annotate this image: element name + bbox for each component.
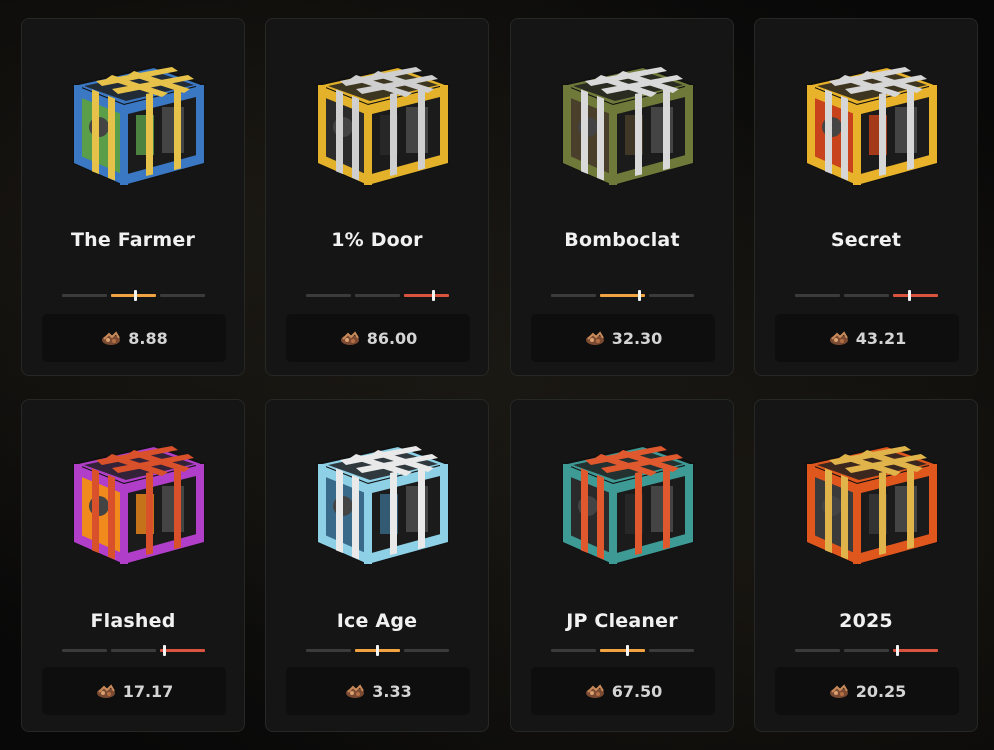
scrap-coin-icon: [344, 683, 366, 699]
odds-bar-fill: [893, 649, 938, 652]
odds-bar-segment: [160, 294, 205, 297]
odds-bar-fill: [160, 649, 205, 652]
case-price-button[interactable]: 3.33: [286, 667, 470, 715]
odds-bar-segment: [649, 294, 694, 297]
case-crate-image: [298, 424, 458, 574]
case-card[interactable]: 2025 20.25: [754, 399, 978, 732]
case-price-button[interactable]: 20.25: [775, 667, 959, 715]
case-price-value: 43.21: [855, 328, 907, 348]
odds-bar-segment: [844, 294, 889, 297]
case-card[interactable]: Bomboclat 32.30: [510, 18, 734, 376]
case-card[interactable]: Secret 43.21: [754, 18, 978, 376]
case-price-button[interactable]: 32.30: [531, 314, 715, 362]
odds-bar: [795, 290, 939, 301]
odds-bar-segment: [649, 649, 694, 652]
case-price-button[interactable]: 43.21: [775, 314, 959, 362]
case-card[interactable]: JP Cleaner 67.50: [510, 399, 734, 732]
odds-bar: [795, 645, 939, 656]
odds-bar-segment: [111, 649, 156, 652]
odds-bar: [62, 290, 206, 301]
odds-bar-segment: [306, 649, 351, 652]
case-card[interactable]: Ice Age 3.33: [265, 399, 489, 732]
odds-bar-fill: [404, 294, 449, 297]
case-crate-image: [787, 45, 947, 195]
case-price-value: 86.00: [366, 328, 418, 348]
case-name: Ice Age: [336, 610, 418, 632]
odds-bar-marker: [907, 290, 911, 301]
odds-bar-marker: [431, 290, 435, 301]
odds-bar-segment: [551, 649, 596, 652]
odds-bar-marker: [637, 290, 641, 301]
case-name: Bomboclat: [564, 229, 680, 251]
case-price-value: 32.30: [611, 328, 663, 348]
odds-bar-marker: [163, 645, 167, 656]
case-name: JP Cleaner: [566, 610, 678, 632]
odds-bar: [306, 290, 450, 301]
case-crate-image: [54, 424, 214, 574]
scrap-coin-icon: [828, 683, 850, 699]
case-crate-image: [54, 45, 214, 195]
scrap-coin-icon: [95, 683, 117, 699]
odds-bar: [306, 645, 450, 656]
case-name: 2025: [839, 610, 893, 632]
case-card[interactable]: Flashed 17.17: [21, 399, 245, 732]
case-card[interactable]: The Farmer 8.88: [21, 18, 245, 376]
case-grid: The Farmer 8.88 1% Door 86.00 Bomboclat …: [0, 0, 994, 750]
odds-bar-marker: [626, 645, 630, 656]
case-price-value: 17.17: [122, 681, 174, 701]
scrap-coin-icon: [339, 330, 361, 346]
odds-bar-fill: [893, 294, 938, 297]
odds-bar-segment: [551, 294, 596, 297]
scrap-coin-icon: [584, 683, 606, 699]
case-price-button[interactable]: 67.50: [531, 667, 715, 715]
odds-bar: [62, 645, 206, 656]
case-crate-image: [298, 45, 458, 195]
odds-bar-marker: [896, 645, 900, 656]
odds-bar: [551, 645, 695, 656]
odds-bar-segment: [795, 649, 840, 652]
case-card[interactable]: 1% Door 86.00: [265, 18, 489, 376]
case-price-button[interactable]: 17.17: [42, 667, 226, 715]
odds-bar-marker: [134, 290, 138, 301]
case-crate-image: [543, 45, 703, 195]
scrap-coin-icon: [828, 330, 850, 346]
odds-bar-fill: [600, 649, 645, 652]
case-name: Secret: [830, 229, 902, 251]
case-price-button[interactable]: 86.00: [286, 314, 470, 362]
odds-bar-segment: [404, 649, 449, 652]
case-crate-image: [543, 424, 703, 574]
case-price-value: 3.33: [372, 681, 412, 701]
odds-bar-segment: [844, 649, 889, 652]
case-price-value: 8.88: [128, 328, 168, 348]
odds-bar-segment: [355, 294, 400, 297]
odds-bar-segment: [62, 649, 107, 652]
odds-bar-segment: [795, 294, 840, 297]
scrap-coin-icon: [584, 330, 606, 346]
scrap-coin-icon: [100, 330, 122, 346]
odds-bar-marker: [375, 645, 379, 656]
case-price-button[interactable]: 8.88: [42, 314, 226, 362]
case-price-value: 67.50: [611, 681, 663, 701]
case-name: 1% Door: [331, 229, 423, 251]
odds-bar-segment: [306, 294, 351, 297]
case-crate-image: [787, 424, 947, 574]
case-name: The Farmer: [70, 229, 196, 251]
odds-bar: [551, 290, 695, 301]
case-price-value: 20.25: [855, 681, 907, 701]
case-name: Flashed: [90, 610, 176, 632]
odds-bar-segment: [62, 294, 107, 297]
